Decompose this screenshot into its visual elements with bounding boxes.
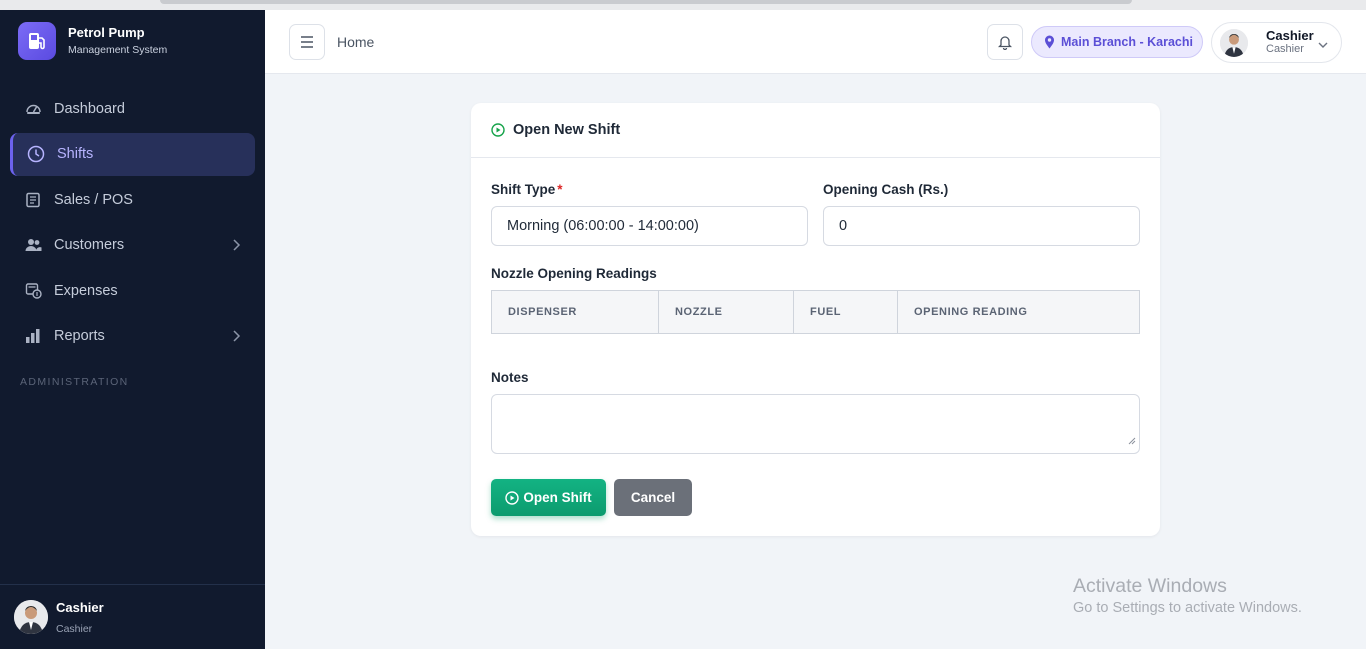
sidebar-item-reports[interactable]: Reports (10, 315, 255, 358)
sidebar-nav: Dashboard Shifts Sales / POS Customers E… (10, 87, 255, 388)
chevron-right-icon (231, 238, 241, 256)
opening-cash-input[interactable]: 0 (823, 206, 1140, 246)
column-header-fuel: FUEL (793, 290, 898, 334)
column-header-dispenser: DISPENSER (491, 290, 659, 334)
expense-icon (24, 282, 42, 300)
chevron-right-icon (231, 329, 241, 347)
notes-textarea[interactable] (491, 394, 1140, 454)
users-icon (24, 236, 42, 254)
cancel-button[interactable]: Cancel (614, 479, 692, 516)
column-header-nozzle: NOZZLE (658, 290, 794, 334)
branch-selector[interactable]: Main Branch - Karachi (1031, 26, 1203, 58)
branch-name: Main Branch - Karachi (1061, 35, 1193, 49)
user-name: Cashier (1266, 28, 1314, 43)
sidebar-item-label: Reports (54, 328, 105, 344)
open-shift-label: Open Shift (523, 490, 592, 505)
open-shift-card: Open New Shift Shift Type * Morning (06:0… (471, 103, 1160, 536)
sidebar-item-label: Shifts (57, 146, 94, 162)
play-circle-icon (491, 123, 505, 137)
brand-title: Petrol Pump (68, 25, 145, 40)
bell-icon (998, 36, 1012, 50)
watermark-title: Activate Windows (1073, 575, 1227, 597)
table-header-row: DISPENSER NOZZLE FUEL OPENING READING (491, 290, 1140, 334)
clock-icon (27, 145, 45, 163)
shift-type-select[interactable]: Morning (06:00:00 - 14:00:00) (491, 206, 808, 246)
card-header: Open New Shift (471, 103, 1160, 158)
brand-subtitle: Management System (68, 44, 168, 56)
brand[interactable]: Petrol Pump Management System (18, 22, 167, 60)
user-menu[interactable]: Cashier Cashier (1211, 22, 1342, 63)
shift-type-label: Shift Type * (491, 182, 563, 197)
menu-toggle-button[interactable] (289, 24, 325, 60)
top-header: Home Main Branch - Karachi Cashier Cashi… (265, 10, 1366, 74)
play-circle-icon (505, 490, 520, 505)
resize-handle-icon[interactable] (1128, 432, 1136, 450)
activate-windows-watermark: Activate Windows Go to Settings to activ… (1073, 575, 1302, 616)
sidebar: Petrol Pump Management System Dashboard … (0, 10, 265, 649)
sidebar-item-label: Dashboard (54, 100, 125, 117)
avatar (14, 600, 48, 634)
sidebar-item-shifts[interactable]: Shifts (10, 132, 255, 176)
shift-type-label-text: Shift Type (491, 182, 556, 197)
opening-cash-label: Opening Cash (Rs.) (823, 182, 949, 197)
sidebar-item-label: Customers (54, 237, 125, 253)
sidebar-item-sales-pos[interactable]: Sales / POS (10, 178, 255, 221)
sidebar-user-name: Cashier (56, 599, 104, 615)
hamburger-icon (301, 36, 313, 48)
breadcrumb[interactable]: Home (337, 34, 374, 50)
fuel-pump-icon (18, 22, 56, 60)
user-role: Cashier (1266, 43, 1304, 55)
chevron-down-icon (1317, 37, 1329, 55)
nozzle-readings-label: Nozzle Opening Readings (491, 266, 657, 281)
sidebar-item-dashboard[interactable]: Dashboard (10, 87, 255, 130)
browser-strip (0, 0, 1366, 10)
avatar (1220, 28, 1248, 57)
gauge-icon (24, 100, 42, 118)
bar-chart-icon (24, 327, 42, 345)
notifications-button[interactable] (987, 24, 1023, 60)
sidebar-item-label: Expenses (54, 282, 118, 299)
required-marker: * (557, 182, 563, 197)
nozzle-readings-table: DISPENSER NOZZLE FUEL OPENING READING (491, 290, 1140, 334)
open-shift-button[interactable]: Open Shift (491, 479, 606, 516)
sidebar-item-customers[interactable]: Customers (10, 224, 255, 267)
browser-scrollbar[interactable] (160, 0, 1132, 4)
sidebar-item-expenses[interactable]: Expenses (10, 269, 255, 312)
watermark-subtitle: Go to Settings to activate Windows. (1073, 600, 1302, 616)
sidebar-item-label: Sales / POS (54, 191, 133, 208)
section-label-administration: ADMINISTRATION (20, 375, 129, 388)
receipt-icon (24, 191, 42, 209)
sidebar-user-role: Cashier (56, 622, 93, 635)
column-header-opening-reading: OPENING READING (897, 290, 1140, 334)
card-title: Open New Shift (513, 122, 621, 138)
sidebar-user[interactable]: Cashier Cashier (0, 584, 265, 649)
map-pin-icon (1044, 35, 1055, 49)
notes-label: Notes (491, 370, 529, 385)
